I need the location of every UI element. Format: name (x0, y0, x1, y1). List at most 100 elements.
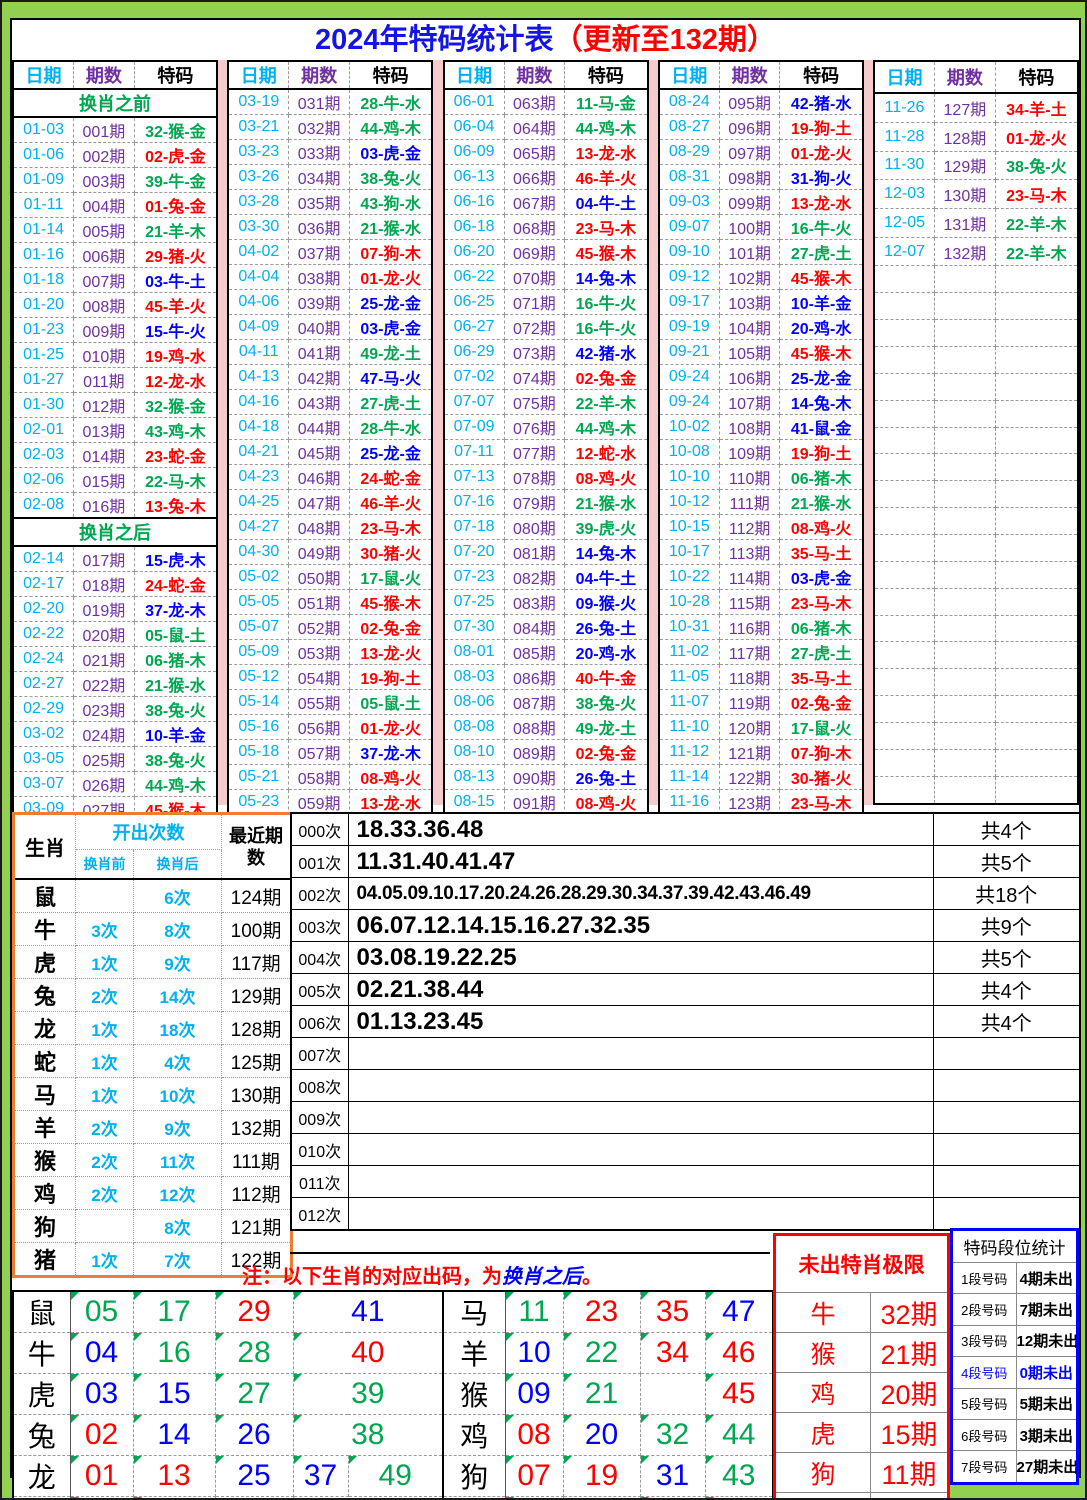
code-cell: 22-羊-木 (565, 390, 648, 415)
period-cell: 099期 (719, 190, 780, 215)
draw-row: 01-14005期21-羊-木 (13, 218, 217, 243)
recent-period-cell: 111期 (222, 1144, 292, 1177)
draw-row: 08-31098期31-狗-火 (659, 165, 863, 190)
code-cell: 14-兔-木 (565, 540, 648, 565)
period-cell: 108期 (719, 415, 780, 440)
code-cell: 38-兔-火 (995, 151, 1078, 180)
date-cell: 11-02 (659, 640, 720, 665)
empty-row (874, 481, 1078, 508)
empty-row (874, 454, 1078, 481)
code-cell: 35-马-土 (780, 540, 863, 565)
number-cell: 34 (640, 1333, 705, 1374)
date-cell: 04-25 (228, 490, 289, 515)
draw-row: 07-09076期44-鸡-木 (444, 415, 648, 440)
segment-title: 特码段位统计 (952, 1230, 1078, 1263)
zodiac-cell: 猪 (14, 1243, 76, 1277)
draw-row: 06-29073期42-猪-水 (444, 340, 648, 365)
freq-numbers-cell (348, 1166, 933, 1198)
code-cell: 01-龙-火 (995, 122, 1078, 151)
draw-row: 08-08088期49-龙-土 (444, 715, 648, 740)
draw-row: 11-30129期38-兔-火 (874, 151, 1078, 180)
number-cell: 31 (640, 1456, 705, 1497)
code-header: 特码 (349, 61, 432, 89)
draw-row: 07-30084期26-兔-土 (444, 615, 648, 640)
draw-row: 02-24021期06-猪-木 (13, 647, 217, 672)
draw-row: 12-07132期22-羊-木 (874, 237, 1078, 266)
draw-row: 04-13042期47-马-火 (228, 365, 432, 390)
empty-row (874, 669, 1078, 696)
date-cell: 01-09 (13, 168, 74, 193)
draw-row: 09-12102期45-猴-木 (659, 265, 863, 290)
period-header: 期数 (504, 61, 565, 89)
draw-row: 02-22020期05-鼠-土 (13, 622, 217, 647)
number-cell: 47 (705, 1291, 773, 1333)
code-cell: 19-狗-土 (780, 440, 863, 465)
period-cell: 046期 (289, 465, 350, 490)
period-cell: 012期 (74, 393, 135, 418)
segment-label-cell: 2段号码 (952, 1294, 1017, 1325)
date-header: 日期 (13, 61, 74, 89)
draw-row: 01-25010期19-鸡-水 (13, 343, 217, 368)
period-cell: 071期 (504, 290, 565, 315)
date-cell: 09-24 (659, 390, 720, 415)
draw-row: 11-02117期27-虎-土 (659, 640, 863, 665)
number-cell: 02 (70, 1415, 133, 1456)
recent-period-cell: 112期 (222, 1177, 292, 1210)
main-table: 日期期数特码换肖之前01-03001期32-猴-金01-06002期02-虎-金… (12, 60, 1079, 805)
period-cell: 083期 (504, 590, 565, 615)
code-cell: 10-羊-金 (780, 290, 863, 315)
freq-row: 001次11.31.40.41.47共5个 (291, 846, 1080, 878)
empty-row (874, 561, 1078, 588)
date-cell: 05-12 (228, 665, 289, 690)
freq-row: 007次 (291, 1038, 1080, 1070)
segment-row: 5段号码5期未出 (952, 1388, 1078, 1419)
period-cell: 015期 (74, 468, 135, 493)
after-count-cell: 14次 (134, 979, 222, 1012)
freq-label-cell: 007次 (291, 1038, 348, 1070)
number-cell: 01 (70, 1456, 133, 1497)
freq-label-cell: 003次 (291, 910, 348, 942)
freq-label-cell: 005次 (291, 974, 348, 1006)
date-cell: 07-07 (444, 390, 505, 415)
date-cell: 10-28 (659, 590, 720, 615)
draw-row: 05-09053期13-龙-火 (228, 640, 432, 665)
draw-row: 03-28035期43-狗-水 (228, 190, 432, 215)
missing-periods-cell: 32期 (871, 1293, 949, 1333)
zodiac-cell: 虎 (13, 1374, 70, 1415)
date-cell: 08-27 (659, 115, 720, 140)
code-cell: 37-龙-木 (134, 597, 217, 622)
draw-row: 10-28115期23-马-木 (659, 590, 863, 615)
code-cell: 45-猴-木 (780, 340, 863, 365)
period-cell: 101期 (719, 240, 780, 265)
period-cell: 026期 (74, 772, 135, 797)
empty-row (874, 347, 1078, 374)
number-cell: 21 (563, 1374, 640, 1415)
zodiac-numbers-right-table: 马11233547羊10223446猴092145鸡08203244狗07193… (442, 1290, 774, 1500)
freq-row: 002次04.05.09.10.17.20.24.26.28.29.30.34.… (291, 878, 1080, 910)
period-cell: 088期 (504, 715, 565, 740)
date-cell: 06-01 (444, 89, 505, 115)
number-cell: 08 (505, 1415, 563, 1456)
code-cell: 08-鸡-火 (565, 790, 648, 815)
period-cell: 064期 (504, 115, 565, 140)
period-cell: 004期 (74, 193, 135, 218)
period-cell: 048期 (289, 515, 350, 540)
code-cell: 49-龙-土 (565, 715, 648, 740)
after-count-cell: 9次 (134, 946, 222, 979)
period-cell: 025期 (74, 747, 135, 772)
code-cell: 04-牛-土 (565, 190, 648, 215)
code-cell: 04-牛-土 (565, 565, 648, 590)
code-cell: 08-鸡-火 (349, 765, 432, 790)
date-cell: 08-03 (444, 665, 505, 690)
period-cell: 097期 (719, 140, 780, 165)
date-cell: 07-11 (444, 440, 505, 465)
table-header-row: 日期期数特码 (13, 61, 217, 89)
code-cell: 27-虎-土 (780, 240, 863, 265)
number-cell: 29 (215, 1291, 293, 1333)
draw-row: 08-01085期20-鸡-水 (444, 640, 648, 665)
zodiac-number-row: 牛04162840 (13, 1333, 443, 1374)
period-cell: 068期 (504, 215, 565, 240)
period-cell: 091期 (504, 790, 565, 815)
freq-total-cell (933, 1134, 1080, 1166)
number-cell: 13 (133, 1456, 215, 1497)
